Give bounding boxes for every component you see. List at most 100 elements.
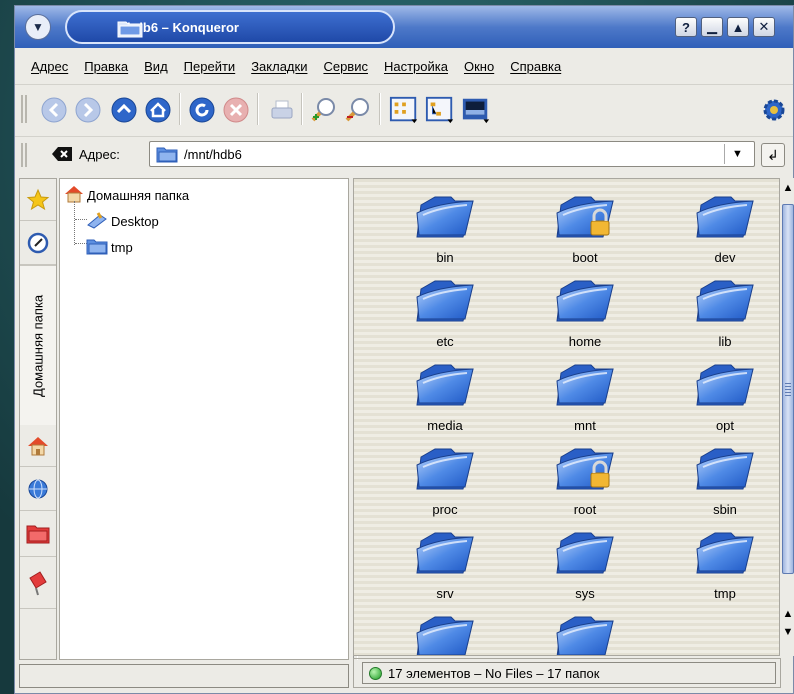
gear-icon[interactable]: [759, 95, 789, 125]
folder-icon: [693, 191, 757, 246]
tree-item-tmp[interactable]: tmp: [86, 237, 133, 258]
reload-icon[interactable]: [187, 95, 217, 125]
toolbar-separator: [257, 93, 259, 125]
toolbar-grip[interactable]: [21, 95, 27, 123]
back-icon[interactable]: [39, 95, 69, 125]
file-name: dev: [714, 250, 736, 265]
zoom-in-icon[interactable]: [309, 95, 339, 125]
scrollbar-thumb[interactable]: [782, 204, 794, 574]
file-item[interactable]: root: [530, 443, 640, 527]
file-name: srv: [436, 586, 454, 601]
maximize-button[interactable]: ▲: [727, 17, 749, 37]
folder-icon: [413, 611, 477, 655]
toolbar-separator: [379, 93, 381, 125]
folder-icon: [693, 527, 757, 582]
location-input[interactable]: /mnt/hdb6 ▼: [149, 141, 755, 167]
location-grip[interactable]: [21, 143, 27, 167]
title-bar[interactable]: ▼ hdb6 – Konqueror ? ▁ ▲ ✕: [15, 6, 793, 48]
folder-icon: [117, 18, 143, 41]
folder-icon: [413, 527, 477, 582]
menu-bookmarks[interactable]: Закладки: [243, 59, 315, 74]
file-icon-view: bin boot dev etc home lib media mnt opt proc root s…: [353, 178, 781, 656]
file-name: sbin: [713, 502, 737, 517]
folder-icon: [553, 527, 617, 582]
toolbar-separator: [301, 93, 303, 125]
file-item[interactable]: dev: [670, 191, 780, 275]
menu-edit[interactable]: Правка: [76, 59, 136, 74]
preview-icon[interactable]: [461, 95, 491, 125]
file-name: boot: [572, 250, 598, 265]
file-item[interactable]: mnt: [530, 359, 640, 443]
file-item[interactable]: boot: [530, 191, 640, 275]
status-led-icon: [369, 666, 382, 680]
menu-address[interactable]: Адрес: [23, 59, 76, 74]
file-name: root: [573, 502, 597, 517]
clear-location-icon[interactable]: [51, 146, 73, 165]
menu-tools[interactable]: Сервис: [315, 59, 376, 74]
file-item[interactable]: lib: [670, 275, 780, 359]
tree-item-label: Домашняя папка: [87, 188, 190, 203]
tree-item-desktop[interactable]: Desktop: [86, 211, 159, 232]
vertical-scrollbar[interactable]: ▲ ▲ ▼: [779, 178, 794, 656]
file-item[interactable]: sbin: [670, 443, 780, 527]
file-name: home: [568, 334, 602, 349]
scroll-down-button[interactable]: ▼: [780, 624, 794, 640]
scroll-up-button[interactable]: ▲: [780, 180, 794, 196]
folder-icon: [156, 145, 178, 166]
file-item[interactable]: tmp: [670, 527, 780, 611]
menu-view[interactable]: Вид: [136, 59, 176, 74]
file-item[interactable]: sys: [530, 527, 640, 611]
up-icon[interactable]: [109, 95, 139, 125]
root-folder-icon[interactable]: [20, 511, 56, 557]
folder-icon: [86, 237, 108, 258]
folder-icon: [693, 275, 757, 330]
folder-icon: [693, 359, 757, 414]
menu-settings[interactable]: Настройка: [376, 59, 456, 74]
menu-go[interactable]: Перейти: [176, 59, 244, 74]
file-name: opt: [715, 418, 735, 433]
icon-view-icon[interactable]: [389, 95, 419, 125]
scroll-up-button-lower[interactable]: ▲: [780, 606, 794, 622]
navigation-tree: Домашняя папка Desktop tmp: [59, 178, 349, 660]
home-icon[interactable]: [143, 95, 173, 125]
file-item[interactable]: media: [390, 359, 500, 443]
status-text: 17 элементов – No Files – 17 папок: [388, 665, 600, 681]
sidebar-tab-home-folder[interactable]: Домашняя папка: [20, 265, 56, 425]
menu-window[interactable]: Окно: [456, 59, 502, 74]
menu-bar: Адрес Правка Вид Перейти Закладки Сервис…: [15, 54, 793, 78]
folder-icon: [553, 275, 617, 330]
window-menu-button[interactable]: ▼: [25, 14, 51, 40]
file-item[interactable]: srv: [390, 527, 500, 611]
konqueror-window: ▼ hdb6 – Konqueror ? ▁ ▲ ✕ Адрес Правка …: [14, 5, 794, 694]
file-item[interactable]: etc: [390, 275, 500, 359]
file-item[interactable]: bin: [390, 191, 500, 275]
history-icon[interactable]: [20, 221, 56, 265]
stop-icon[interactable]: [221, 95, 251, 125]
folder-icon: [413, 275, 477, 330]
minimize-button[interactable]: ▁: [701, 17, 723, 37]
file-item[interactable]: home: [530, 275, 640, 359]
file-item[interactable]: opt: [670, 359, 780, 443]
home-icon[interactable]: [20, 425, 56, 467]
title-pill: hdb6 – Konqueror: [65, 10, 395, 44]
zoom-out-icon[interactable]: [343, 95, 373, 125]
forward-icon[interactable]: [73, 95, 103, 125]
help-button[interactable]: ?: [675, 17, 697, 37]
file-item[interactable]: proc: [390, 443, 500, 527]
menu-help[interactable]: Справка: [502, 59, 569, 74]
location-dropdown-button[interactable]: ▼: [724, 144, 750, 164]
services-icon[interactable]: [20, 557, 56, 609]
close-button[interactable]: ✕: [753, 17, 775, 37]
file-name: mnt: [574, 418, 596, 433]
status-bar: 17 элементов – No Files – 17 папок: [353, 658, 781, 688]
tree-view-icon[interactable]: [425, 95, 455, 125]
go-button[interactable]: ↲: [761, 143, 785, 167]
bookmarks-star-icon[interactable]: [20, 179, 56, 221]
sidebar-tabs: Домашняя папка: [19, 178, 57, 660]
file-name: media: [427, 418, 463, 433]
print-icon[interactable]: [267, 95, 297, 125]
folder-icon: [413, 443, 477, 498]
file-item[interactable]: [530, 611, 640, 655]
network-icon[interactable]: [20, 467, 56, 511]
file-item[interactable]: [390, 611, 500, 655]
